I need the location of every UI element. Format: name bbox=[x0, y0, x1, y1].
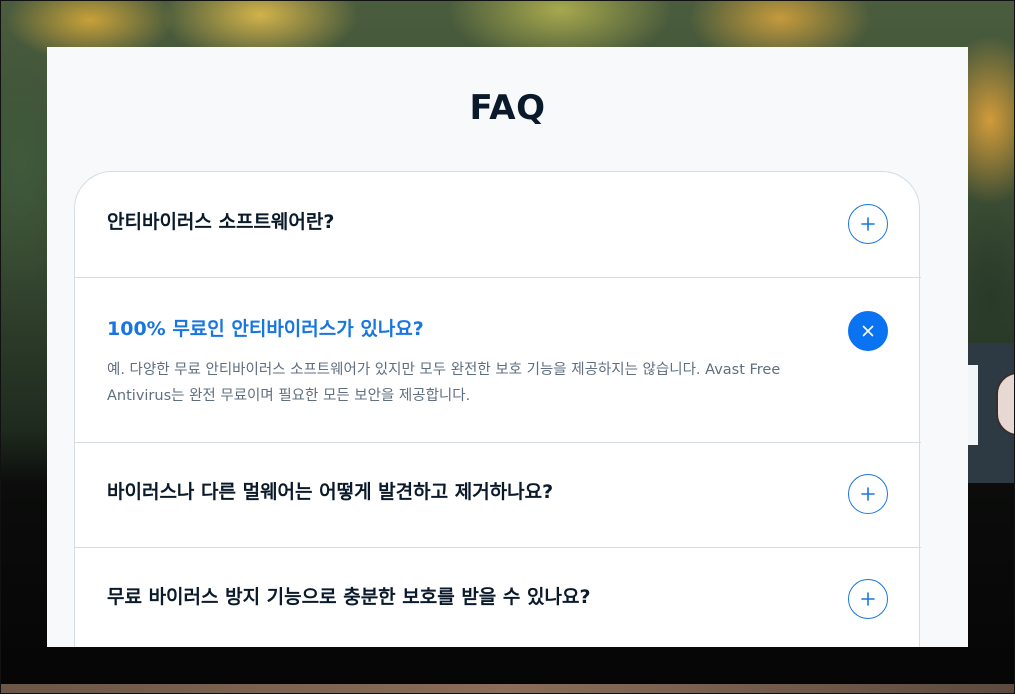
faq-expand-button[interactable] bbox=[848, 474, 888, 514]
background-strip bbox=[0, 684, 1015, 694]
faq-question[interactable]: 100% 무료인 안티바이러스가 있나요? bbox=[107, 316, 424, 342]
faq-question[interactable]: 바이러스나 다른 멀웨어는 어떻게 발견하고 제거하나요? bbox=[107, 479, 553, 505]
faq-expand-button[interactable] bbox=[848, 204, 888, 244]
faq-item-expanded[interactable]: 100% 무료인 안티바이러스가 있나요? 예. 다양한 무료 안티바이러스 소… bbox=[75, 277, 921, 443]
faq-answer: 예. 다양한 무료 안티바이러스 소프트웨어가 있지만 모두 완전한 보호 기능… bbox=[107, 362, 781, 404]
faq-item[interactable]: 안티바이러스 소프트웨어란? bbox=[75, 172, 921, 278]
background-panel-round bbox=[996, 372, 1015, 436]
plus-icon bbox=[861, 487, 875, 501]
faq-title: FAQ bbox=[469, 88, 546, 128]
faq-item[interactable]: 무료 바이러스 방지 기능으로 충분한 보호를 받을 수 있나요? bbox=[75, 547, 921, 647]
faq-collapse-button[interactable] bbox=[848, 311, 888, 351]
background-panel-light bbox=[968, 365, 978, 445]
plus-icon bbox=[861, 592, 875, 606]
faq-question[interactable]: 안티바이러스 소프트웨어란? bbox=[107, 209, 334, 235]
faq-list: 안티바이러스 소프트웨어란? 100% 무료인 안티바이러스가 있나요? 예. … bbox=[74, 171, 921, 647]
faq-question[interactable]: 무료 바이러스 방지 기능으로 충분한 보호를 받을 수 있나요? bbox=[107, 584, 590, 610]
faq-modal: FAQ 안티바이러스 소프트웨어란? 100% 무료인 안티바이러스가 있나요?… bbox=[47, 47, 968, 647]
faq-item[interactable]: 바이러스나 다른 멀웨어는 어떻게 발견하고 제거하나요? bbox=[75, 442, 921, 548]
faq-expand-button[interactable] bbox=[848, 579, 888, 619]
plus-icon bbox=[861, 217, 875, 231]
close-icon bbox=[862, 325, 874, 337]
